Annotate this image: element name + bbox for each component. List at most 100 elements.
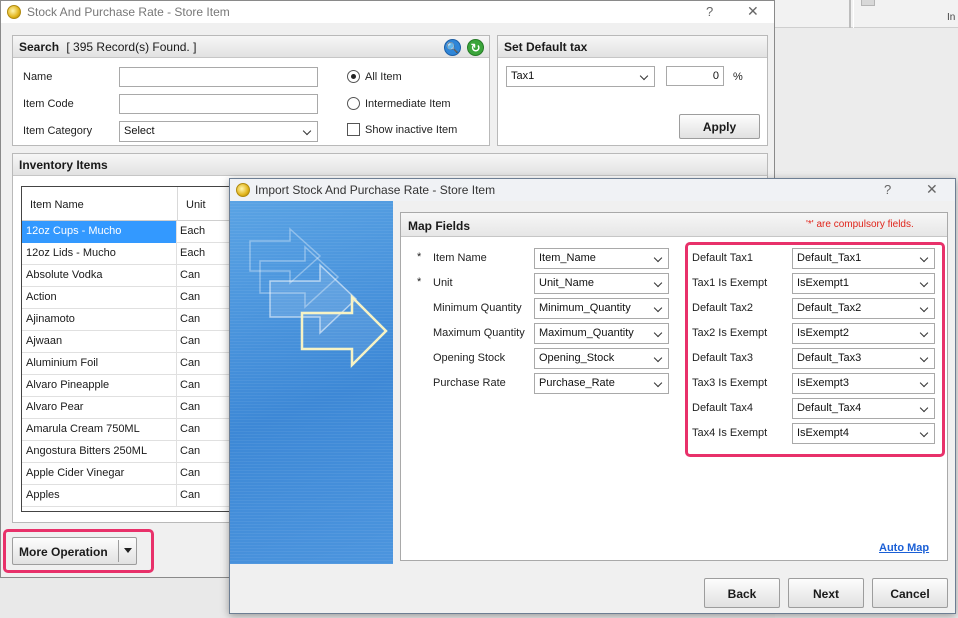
table-row[interactable]: Absolute Vodka Can — [22, 265, 232, 287]
table-row[interactable]: Alvaro Pear Can — [22, 397, 232, 419]
tax-mapping-select[interactable]: IsExempt1 — [792, 273, 935, 294]
chevron-down-icon — [653, 352, 665, 364]
auto-map-link[interactable]: Auto Map — [879, 542, 929, 554]
tax-mapping-value: IsExempt2 — [797, 327, 849, 339]
background-toolbar: In — [775, 0, 958, 28]
tax-rate-input[interactable] — [666, 66, 724, 86]
caret-down-icon — [124, 548, 132, 553]
default-tax-select[interactable]: Tax1 — [506, 66, 655, 87]
close-icon[interactable]: ✕ — [747, 3, 759, 20]
column-unit[interactable]: Unit — [178, 187, 232, 221]
all-item-radio[interactable] — [347, 70, 360, 83]
chevron-down-icon — [919, 327, 931, 339]
field-mapping-select[interactable]: Item_Name — [534, 248, 669, 269]
item-name-cell: Apple Cider Vinegar — [22, 463, 177, 485]
help-button[interactable]: ? — [884, 182, 891, 197]
dropdown-toggle[interactable] — [118, 540, 136, 562]
refresh-icon[interactable]: ↻ — [467, 39, 484, 56]
next-button[interactable]: Next — [788, 578, 864, 608]
search-icon[interactable]: 🔍 — [444, 39, 461, 56]
item-name-cell: Alvaro Pear — [22, 397, 177, 419]
tax-mapping-select[interactable]: Default_Tax2 — [792, 298, 935, 319]
field-mapping-select[interactable]: Maximum_Quantity — [534, 323, 669, 344]
window-titlebar: Import Stock And Purchase Rate - Store I… — [230, 179, 955, 201]
search-title: Search — [19, 40, 60, 54]
table-row[interactable]: Aluminium Foil Can — [22, 353, 232, 375]
apply-button[interactable]: Apply — [679, 114, 760, 139]
item-name-cell: Ajwaan — [22, 331, 177, 353]
item-code-input[interactable] — [119, 94, 318, 114]
item-name-cell: Amarula Cream 750ML — [22, 419, 177, 441]
table-row[interactable]: 12oz Cups - Mucho Each — [22, 221, 232, 243]
more-operation-button[interactable]: More Operation — [12, 537, 137, 565]
inventory-header: Inventory Items — [13, 154, 767, 176]
chevron-down-icon — [919, 427, 931, 439]
field-mapping-select[interactable]: Minimum_Quantity — [534, 298, 669, 319]
show-inactive-label: Show inactive Item — [365, 124, 458, 136]
unit-cell: Each — [180, 225, 206, 237]
field-label: Minimum Quantity — [433, 302, 522, 314]
table-header: Item Name Unit — [22, 187, 232, 221]
chevron-down-icon — [919, 277, 931, 289]
name-label: Name — [23, 71, 53, 83]
all-item-label: All Item — [365, 71, 402, 83]
tax-mapping-select[interactable]: IsExempt3 — [792, 373, 935, 394]
chevron-down-icon — [653, 252, 665, 264]
tax-mapping-value: IsExempt3 — [797, 377, 849, 389]
field-mapping-select[interactable]: Unit_Name — [534, 273, 669, 294]
table-row[interactable]: Amarula Cream 750ML Can — [22, 419, 232, 441]
tax-mapping-select[interactable]: Default_Tax1 — [792, 248, 935, 269]
field-mapping-value: Unit_Name — [539, 277, 595, 289]
table-row[interactable]: Ajwaan Can — [22, 331, 232, 353]
tax-mapping-select[interactable]: IsExempt2 — [792, 323, 935, 344]
close-icon[interactable]: ✕ — [926, 181, 938, 198]
tax-mapping-select[interactable]: Default_Tax3 — [792, 348, 935, 369]
field-label: Opening Stock — [433, 352, 506, 364]
intermediate-item-radio[interactable] — [347, 97, 360, 110]
field-mapping-value: Opening_Stock — [539, 352, 615, 364]
tax-field-label: Tax4 Is Exempt — [692, 427, 768, 439]
field-mapping-select[interactable]: Opening_Stock — [534, 348, 669, 369]
tax-mapping-value: Default_Tax2 — [797, 302, 862, 314]
map-fields-panel: Map Fields '*' are compulsory fields. * I… — [400, 212, 948, 561]
field-mapping-value: Minimum_Quantity — [539, 302, 631, 314]
chevron-down-icon — [919, 377, 931, 389]
chevron-down-icon — [919, 352, 931, 364]
tax-mapping-select[interactable]: Default_Tax4 — [792, 398, 935, 419]
toolbar-separator — [849, 0, 851, 28]
tax-field-label: Tax2 Is Exempt — [692, 327, 768, 339]
tax-mapping-value: IsExempt1 — [797, 277, 849, 289]
table-row[interactable]: Apple Cider Vinegar Can — [22, 463, 232, 485]
help-button[interactable]: ? — [706, 4, 713, 19]
item-name-cell: 12oz Lids - Mucho — [22, 243, 177, 265]
window-title: Stock And Purchase Rate - Store Item — [27, 5, 230, 19]
unit-cell: Can — [180, 379, 201, 391]
tax-field-label: Default Tax1 — [692, 252, 753, 264]
table-body: 12oz Cups - Mucho Each 12oz Lids - Mucho Ea… — [22, 221, 232, 507]
table-row[interactable]: Action Can — [22, 287, 232, 309]
unit-cell: Can — [180, 401, 201, 413]
field-mapping-select[interactable]: Purchase_Rate — [534, 373, 669, 394]
table-row[interactable]: Angostura Bitters 250ML Can — [22, 441, 232, 463]
tax-field-label: Default Tax3 — [692, 352, 753, 364]
table-row[interactable]: Apples Can — [22, 485, 232, 507]
record-count: [ 395 Record(s) Found. ] — [66, 40, 197, 54]
table-row[interactable]: 12oz Lids - Mucho Each — [22, 243, 232, 265]
map-fields-header: Map Fields '*' are compulsory fields. — [401, 213, 947, 237]
item-name-cell: Alvaro Pineapple — [22, 375, 177, 397]
table-row[interactable]: Alvaro Pineapple Can — [22, 375, 232, 397]
table-row[interactable]: Ajinamoto Can — [22, 309, 232, 331]
name-input[interactable] — [119, 67, 318, 87]
column-item-name[interactable]: Item Name — [22, 187, 178, 221]
back-button[interactable]: Back — [704, 578, 780, 608]
cancel-button[interactable]: Cancel — [872, 578, 948, 608]
tax-mapping-select[interactable]: IsExempt4 — [792, 423, 935, 444]
tax-mapping-value: Default_Tax1 — [797, 252, 862, 264]
field-label: Maximum Quantity — [433, 327, 525, 339]
required-star: * — [417, 276, 422, 288]
arrows-decoration-icon — [249, 227, 388, 369]
default-tax-header: Set Default tax — [498, 36, 767, 58]
item-category-select[interactable]: Select — [119, 121, 318, 142]
show-inactive-checkbox[interactable] — [347, 123, 360, 136]
unit-cell: Can — [180, 313, 201, 325]
